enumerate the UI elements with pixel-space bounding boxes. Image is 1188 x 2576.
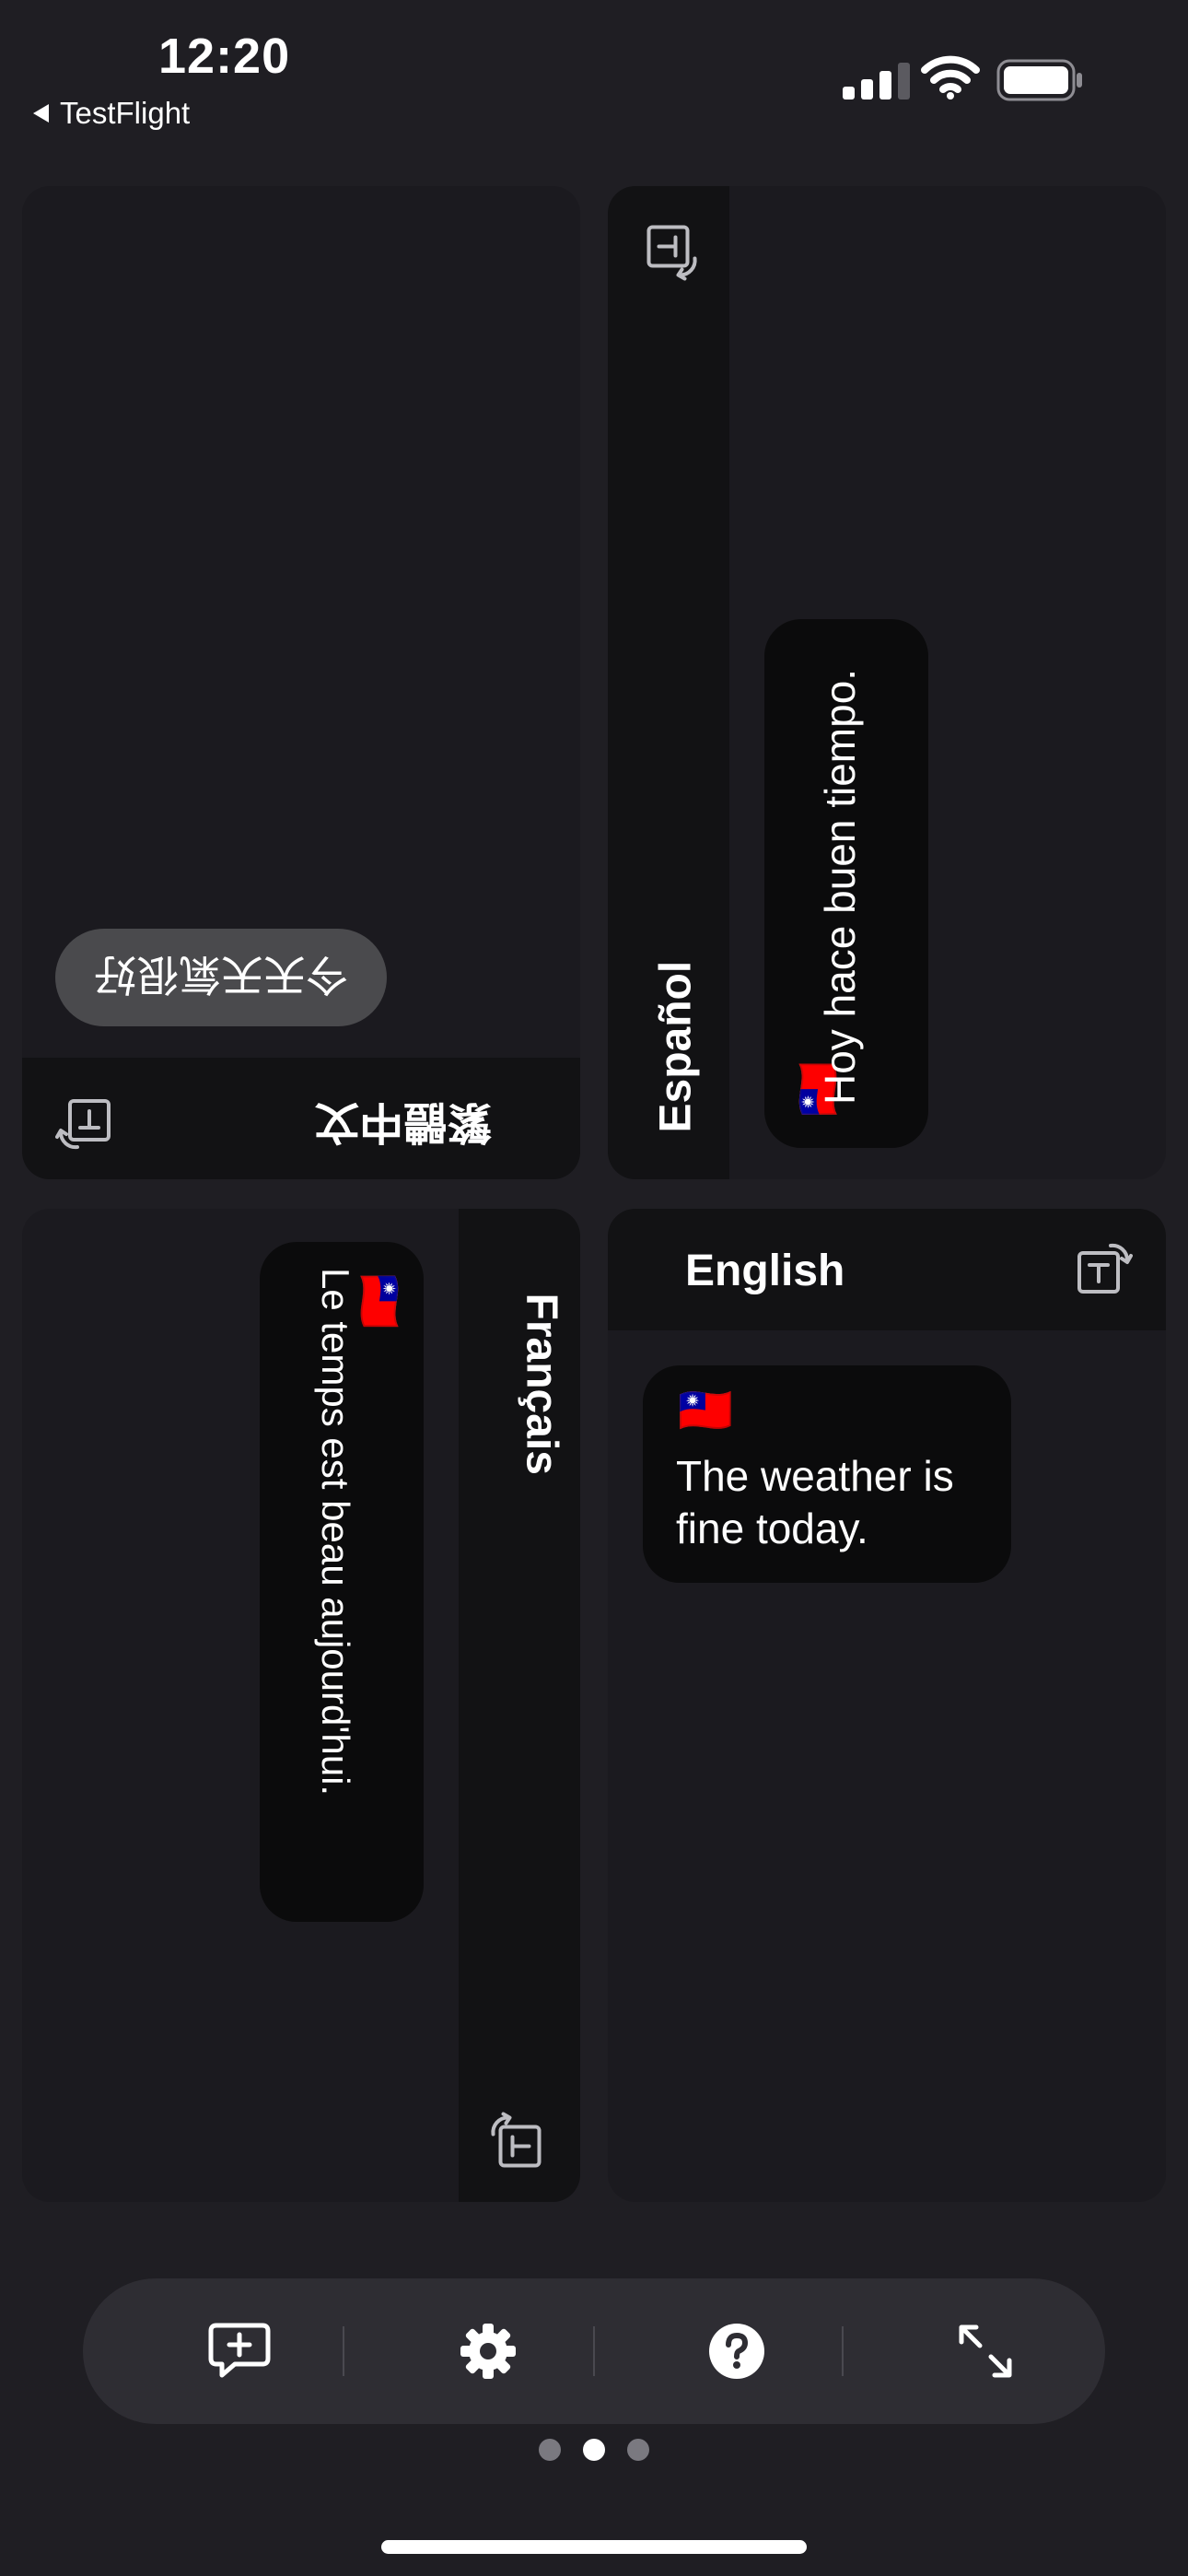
spanish-message-bubble: 🇹🇼 Hoy hace buen tiempo. [764,619,928,1148]
back-arrow-icon [33,104,49,123]
translate-text-icon[interactable] [488,2112,552,2172]
translate-text-icon[interactable] [637,222,701,281]
settings-button[interactable] [424,2278,553,2424]
help-button[interactable] [672,2278,801,2424]
page-dot[interactable] [627,2439,649,2461]
translate-text-icon[interactable] [1074,1240,1133,1304]
add-chat-icon [208,2323,271,2378]
cellular-signal-icon [843,59,910,100]
fullscreen-button[interactable] [921,2278,1050,2424]
home-indicator[interactable] [381,2540,807,2554]
french-message-bubble: 🇹🇼 Le temps est beau aujourd'hui. [260,1242,424,1922]
bottom-toolbar [83,2278,1105,2424]
french-language-label[interactable]: Français [517,1294,567,1478]
flag-icon: 🇹🇼 [354,1273,403,1329]
back-to-testflight[interactable]: TestFlight [33,96,190,131]
gear-icon [460,2324,516,2379]
new-conversation-button[interactable] [175,2278,304,2424]
french-message-text: Le temps est beau aujourd'hui. [314,1268,357,1797]
status-time: 12:20 [158,29,291,84]
spanish-language-label[interactable]: Español [651,949,702,1133]
page-dot[interactable] [539,2439,561,2461]
help-icon [709,2324,764,2379]
panel-spanish: Español 🇹🇼 Hoy hace buen tiempo. [608,186,1166,1179]
chinese-language-label[interactable]: 繁體中文 [315,1095,492,1159]
chinese-message-text: 今天天氣很好 [94,951,348,999]
panel-english: English 🇹🇼 The weather is fine today. [608,1209,1166,2202]
chinese-message-bubble: 今天天氣很好 [55,929,387,1026]
battery-icon [996,59,1085,106]
toolbar-divider [593,2326,595,2376]
spanish-message-text: Hoy hace buen tiempo. [816,668,864,1105]
panel-french: Français 🇹🇼 Le temps est beau aujourd'hu… [22,1209,580,2202]
expand-icon [959,2324,1012,2378]
translate-text-icon[interactable] [55,1089,114,1153]
back-label: TestFlight [60,96,191,130]
english-message-bubble: 🇹🇼 The weather is fine today. [643,1365,1011,1583]
panel-chinese: 繁體中文 今天天氣很好 [22,186,580,1179]
toolbar-divider [842,2326,844,2376]
toolbar-divider [343,2326,344,2376]
english-message-text: The weather is fine today. [676,1452,954,1552]
page-dot-active[interactable] [583,2439,605,2461]
flag-icon: 🇹🇼 [678,1387,733,1435]
wifi-icon [921,53,980,104]
english-language-label[interactable]: English [685,1246,844,1296]
